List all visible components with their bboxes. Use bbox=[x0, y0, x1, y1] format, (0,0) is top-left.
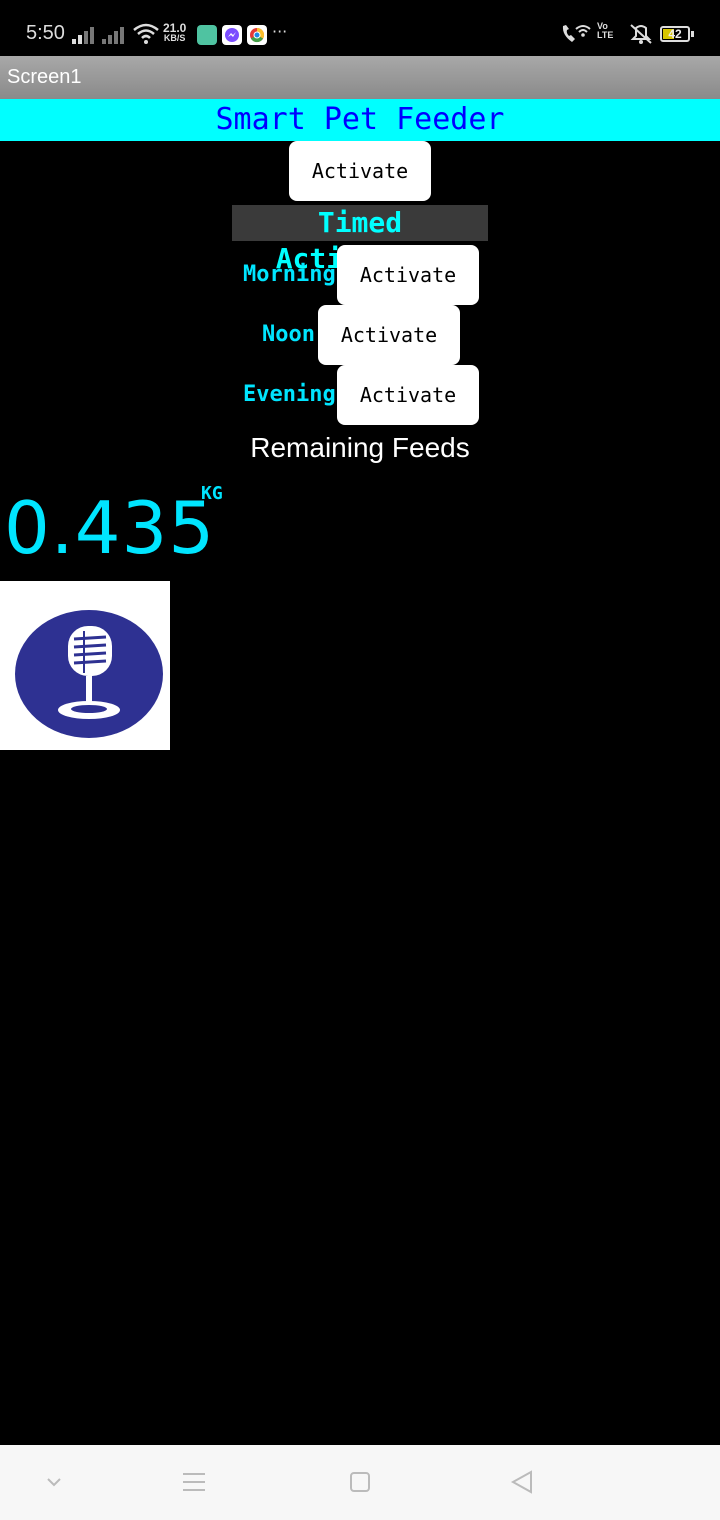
home-square-icon[interactable] bbox=[340, 1467, 380, 1497]
signal-icon bbox=[102, 24, 126, 44]
volte-icon: Vo LTE bbox=[597, 21, 614, 40]
noon-activate-button[interactable]: Activate bbox=[318, 305, 460, 365]
screen-title: Screen1 bbox=[7, 66, 82, 88]
remaining-feeds-unit: KG bbox=[201, 483, 223, 504]
messenger-icon bbox=[222, 25, 242, 45]
morning-activate-button[interactable]: Activate bbox=[337, 245, 479, 305]
activate-button[interactable]: Activate bbox=[289, 141, 431, 201]
wifi-icon bbox=[133, 23, 159, 44]
network-speed: 21.0 KB/S bbox=[163, 21, 187, 43]
battery-level: 42 bbox=[668, 27, 682, 41]
battery-icon: 42 bbox=[660, 26, 694, 42]
microphone-icon bbox=[15, 610, 163, 738]
wifi-calling-icon bbox=[562, 25, 591, 42]
evening-label: Evening bbox=[243, 382, 336, 407]
status-bar: 5:50 21.0 KB/S ··· Vo LTE 42 bbox=[0, 0, 720, 56]
timed-activation-heading: Timed Activation bbox=[232, 205, 488, 275]
chevron-down-icon[interactable] bbox=[34, 1467, 74, 1497]
app-icon bbox=[197, 25, 217, 45]
app-title-bar: Screen1 bbox=[0, 56, 720, 99]
back-triangle-icon[interactable] bbox=[502, 1467, 542, 1497]
chrome-icon bbox=[247, 25, 267, 45]
status-time: 5:50 bbox=[26, 22, 65, 44]
noon-label: Noon bbox=[262, 322, 315, 347]
menu-icon[interactable] bbox=[174, 1467, 214, 1497]
signal-icon bbox=[72, 24, 96, 44]
evening-activate-button[interactable]: Activate bbox=[337, 365, 479, 425]
more-notifications-icon: ··· bbox=[272, 22, 288, 41]
voice-command-button[interactable] bbox=[0, 581, 170, 750]
remaining-feeds-label: Remaining Feeds bbox=[250, 432, 470, 463]
app-name: Smart Pet Feeder bbox=[215, 102, 505, 137]
mute-icon bbox=[630, 24, 652, 44]
navigation-bar bbox=[0, 1445, 720, 1520]
app-header: Smart Pet Feeder bbox=[0, 99, 720, 141]
remaining-feeds-value: 0.435 bbox=[4, 486, 216, 570]
morning-label: Morning bbox=[243, 262, 336, 287]
